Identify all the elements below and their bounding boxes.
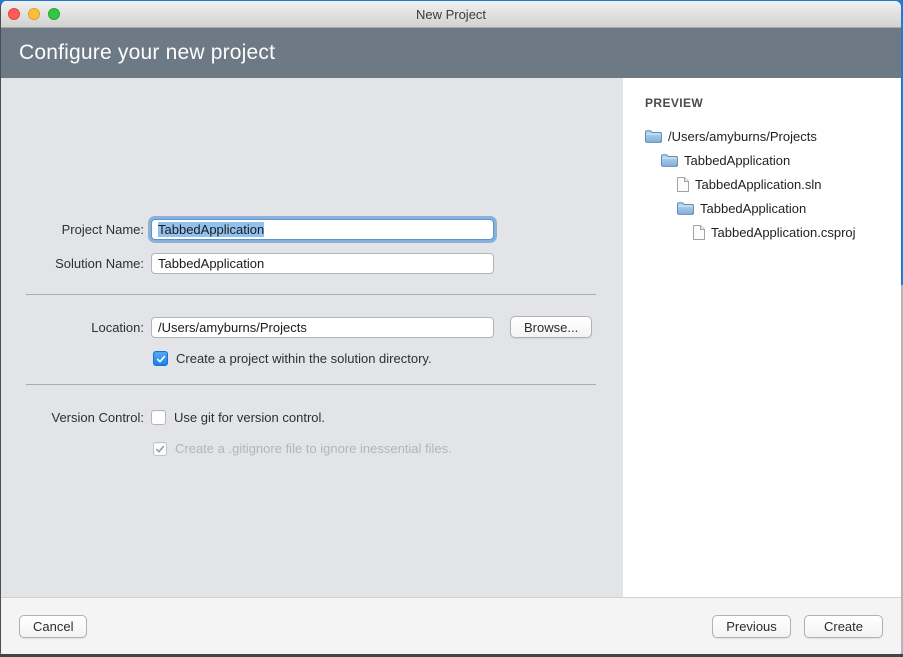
gitignore-row: Create a .gitignore file to ignore iness… [153, 441, 452, 456]
tree-item-label: TabbedApplication [700, 201, 806, 216]
project-name-input[interactable]: TabbedApplication [151, 219, 494, 240]
footer-bar: Cancel Previous Create [1, 597, 901, 654]
tree-item: TabbedApplication [645, 196, 901, 220]
previous-button[interactable]: Previous [712, 615, 791, 638]
solution-dir-row: Create a project within the solution dir… [153, 351, 432, 366]
divider [26, 384, 596, 385]
new-project-window: New Project Configure your new project P… [0, 1, 901, 654]
titlebar: New Project [1, 1, 901, 28]
preview-tree: /Users/amyburns/Projects TabbedApplicatio… [645, 124, 901, 244]
project-name-row: Project Name: TabbedApplication [1, 219, 494, 240]
location-row: Location: Browse... [1, 316, 592, 338]
gitignore-checkbox-label: Create a .gitignore file to ignore iness… [175, 441, 452, 456]
git-checkbox[interactable] [151, 410, 166, 425]
solution-dir-checkbox[interactable] [153, 351, 168, 366]
tree-item: TabbedApplication.csproj [645, 220, 901, 244]
window-title: New Project [416, 7, 486, 22]
tree-item: TabbedApplication.sln [645, 172, 901, 196]
solution-name-input[interactable] [151, 253, 494, 274]
folder-icon [677, 202, 694, 215]
create-button[interactable]: Create [804, 615, 883, 638]
preview-heading: PREVIEW [645, 96, 901, 110]
tree-item-label: TabbedApplication [684, 153, 790, 168]
tree-item-label: TabbedApplication.csproj [711, 225, 856, 240]
preview-panel: PREVIEW /Users/amyburns/Projects TabbedAp… [623, 78, 901, 597]
selected-text: TabbedApplication [158, 222, 264, 237]
folder-icon [645, 130, 662, 143]
main: Project Name: TabbedApplication Solution… [1, 78, 901, 597]
tree-item: TabbedApplication [645, 148, 901, 172]
project-name-label: Project Name: [1, 222, 144, 237]
browse-button[interactable]: Browse... [510, 316, 592, 338]
tree-item: /Users/amyburns/Projects [645, 124, 901, 148]
zoom-button[interactable] [48, 8, 60, 20]
file-icon [693, 225, 705, 240]
tree-item-label: TabbedApplication.sln [695, 177, 821, 192]
solution-name-label: Solution Name: [1, 256, 144, 271]
cancel-button[interactable]: Cancel [19, 615, 87, 638]
gitignore-checkbox[interactable] [153, 442, 167, 456]
solution-name-row: Solution Name: [1, 253, 494, 274]
location-input[interactable] [151, 317, 494, 338]
close-button[interactable] [8, 8, 20, 20]
minimize-button[interactable] [28, 8, 40, 20]
screen: New Project Configure your new project P… [0, 0, 903, 657]
traffic-lights [8, 8, 60, 20]
version-control-row: Version Control: Use git for version con… [1, 410, 325, 425]
version-control-label: Version Control: [1, 410, 144, 425]
location-label: Location: [1, 320, 144, 335]
header-band: Configure your new project [1, 28, 901, 78]
solution-dir-checkbox-label: Create a project within the solution dir… [176, 351, 432, 366]
file-icon [677, 177, 689, 192]
page-title: Configure your new project [19, 41, 275, 65]
tree-item-label: /Users/amyburns/Projects [668, 129, 817, 144]
git-checkbox-label: Use git for version control. [174, 410, 325, 425]
divider [26, 294, 596, 295]
form-area: Project Name: TabbedApplication Solution… [1, 78, 623, 597]
folder-icon [661, 154, 678, 167]
